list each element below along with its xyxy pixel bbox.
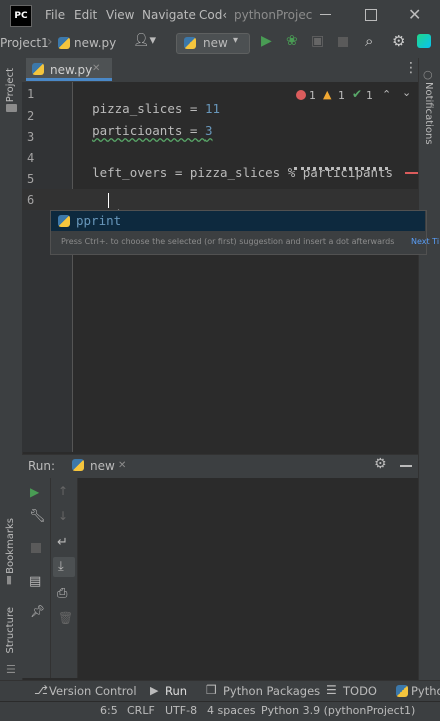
menu-navigate[interactable]: Navigate bbox=[142, 8, 196, 22]
run-settings-gear-icon[interactable]: ⚙ bbox=[374, 456, 387, 472]
warning-icon[interactable]: ▲ bbox=[323, 88, 331, 101]
notifications-tool-tab[interactable]: Notifications bbox=[423, 82, 434, 145]
rerun-icon[interactable]: ▶ bbox=[30, 485, 39, 499]
maximize-icon[interactable] bbox=[365, 9, 377, 21]
run-panel-label: Run: bbox=[28, 459, 56, 473]
ok-count: 1 bbox=[366, 89, 373, 102]
completion-hint: Press Ctrl+. to choose the selected (or … bbox=[61, 237, 395, 246]
tab-run[interactable]: Run bbox=[165, 684, 187, 698]
python-interpreter[interactable]: Python 3.9 (pythonProject1) bbox=[261, 704, 415, 717]
line-number: 3 bbox=[27, 130, 35, 144]
completion-item-label[interactable]: pprint bbox=[76, 213, 121, 228]
project-tool-tab[interactable]: Project bbox=[5, 68, 16, 102]
line-number: 4 bbox=[27, 151, 35, 165]
coverage-icon[interactable]: ▣ bbox=[311, 33, 324, 49]
code-line-text: particioants = 3 bbox=[92, 123, 213, 138]
hide-panel-icon[interactable] bbox=[400, 465, 412, 467]
close-run-tab-icon[interactable]: ✕ bbox=[118, 460, 126, 471]
more-options-icon[interactable]: ⋮ bbox=[404, 60, 418, 76]
version-control-icon: ⎇ bbox=[34, 683, 48, 697]
run-icon[interactable]: ▶ bbox=[261, 33, 272, 49]
code-line-2: particioants = 3 bbox=[77, 108, 212, 138]
debug-icon[interactable]: ❀ bbox=[286, 33, 298, 49]
line-separator[interactable]: CRLF bbox=[127, 704, 155, 717]
line-number: 1 bbox=[27, 87, 35, 101]
caret-position[interactable]: 6:5 bbox=[100, 704, 118, 717]
notifications-bell-icon: ○ bbox=[423, 68, 433, 81]
folder-icon bbox=[6, 104, 17, 112]
todo-icon: ☰ bbox=[326, 683, 337, 697]
run-config-name: new bbox=[203, 36, 228, 50]
bookmark-icon: ▮ bbox=[6, 573, 13, 586]
chevron-up-icon[interactable]: ⌃ bbox=[382, 88, 391, 101]
run-tab-label[interactable]: new bbox=[90, 459, 115, 473]
tab-todo[interactable]: TODO bbox=[343, 684, 377, 698]
user-icon[interactable]: 👤︎▾ bbox=[133, 33, 156, 48]
line-number: 5 bbox=[27, 172, 35, 186]
clear-trash-icon[interactable]: 🗑︎ bbox=[58, 611, 73, 625]
close-icon[interactable]: ✕ bbox=[408, 5, 421, 24]
pin-icon[interactable]: 📌︎ bbox=[30, 604, 45, 618]
menu-view[interactable]: View bbox=[106, 8, 134, 22]
left-tool-strip bbox=[0, 58, 23, 680]
close-tab-icon[interactable]: ✕ bbox=[92, 63, 100, 74]
python-item-icon bbox=[58, 215, 70, 227]
tab-python-packages[interactable]: Python Packages bbox=[223, 684, 320, 698]
right-tool-strip bbox=[418, 58, 440, 680]
python-file-icon bbox=[58, 37, 70, 49]
warning-count: 1 bbox=[338, 89, 345, 102]
structure-icon: ☰ bbox=[6, 663, 16, 676]
wrench-icon[interactable]: 🔧︎ bbox=[29, 509, 46, 524]
editor-tab-label: new.py bbox=[50, 63, 93, 77]
scroll-to-end-button[interactable] bbox=[53, 557, 75, 577]
structure-tool-tab[interactable]: Structure bbox=[5, 607, 16, 654]
layout-icon[interactable]: ▤ bbox=[29, 574, 41, 589]
file-encoding[interactable]: UTF-8 bbox=[165, 704, 197, 717]
scroll-down-icon[interactable]: ↓ bbox=[58, 509, 68, 523]
indent-setting[interactable]: 4 spaces bbox=[207, 704, 256, 717]
line-number: 6 bbox=[27, 193, 35, 207]
run-console[interactable] bbox=[78, 478, 418, 678]
breadcrumb-project[interactable]: Project1 bbox=[0, 36, 49, 50]
error-stripe-marker bbox=[405, 172, 418, 174]
breadcrumb-separator-icon: › bbox=[47, 34, 53, 50]
tab-python-console[interactable]: Pytho bbox=[411, 684, 440, 698]
stop-run-icon[interactable] bbox=[31, 543, 41, 553]
run-tab-icon: ▶ bbox=[150, 684, 159, 697]
error-count: 1 bbox=[309, 89, 316, 102]
pycharm-logo[interactable]: PC bbox=[10, 5, 32, 27]
menu-edit[interactable]: Edit bbox=[74, 8, 97, 22]
print-icon[interactable]: ⎙ bbox=[57, 586, 67, 601]
settings-gear-icon[interactable]: ⚙ bbox=[392, 32, 405, 50]
python-run-icon bbox=[72, 459, 84, 471]
scroll-to-end-icon: ⤓ bbox=[58, 559, 64, 574]
next-tip-link[interactable]: Next Ti bbox=[411, 237, 439, 246]
scroll-up-icon[interactable]: ↑ bbox=[58, 484, 68, 498]
python-console-icon bbox=[396, 685, 408, 697]
jetbrains-ai-icon[interactable] bbox=[417, 34, 431, 48]
python-tab-icon bbox=[32, 63, 44, 75]
unresolved-reference-underline bbox=[294, 165, 388, 170]
stop-icon[interactable] bbox=[338, 37, 348, 47]
line-number: 2 bbox=[27, 109, 35, 123]
packages-icon: ❒ bbox=[206, 683, 217, 697]
check-icon[interactable]: ✔ bbox=[352, 87, 362, 101]
breadcrumb-file[interactable]: new.py bbox=[74, 36, 116, 50]
run-toolbar-secondary bbox=[51, 478, 78, 678]
search-icon[interactable]: ⌕ bbox=[365, 32, 373, 50]
python-config-icon bbox=[184, 37, 196, 49]
chevron-down-icon: ▾ bbox=[233, 35, 239, 46]
chevron-down-icon[interactable]: ⌄ bbox=[402, 86, 411, 99]
minimize-icon[interactable] bbox=[320, 14, 331, 15]
text-caret bbox=[108, 193, 109, 208]
menu-file[interactable]: File bbox=[45, 8, 65, 22]
menu-code[interactable]: Cod‹ bbox=[199, 8, 227, 22]
soft-wrap-icon[interactable]: ↵ bbox=[57, 535, 68, 550]
error-icon[interactable] bbox=[296, 90, 306, 100]
tab-version-control[interactable]: Version Control bbox=[49, 684, 137, 698]
project-title: pythonProjec bbox=[234, 8, 313, 22]
bookmarks-tool-tab[interactable]: Bookmarks bbox=[5, 518, 16, 574]
